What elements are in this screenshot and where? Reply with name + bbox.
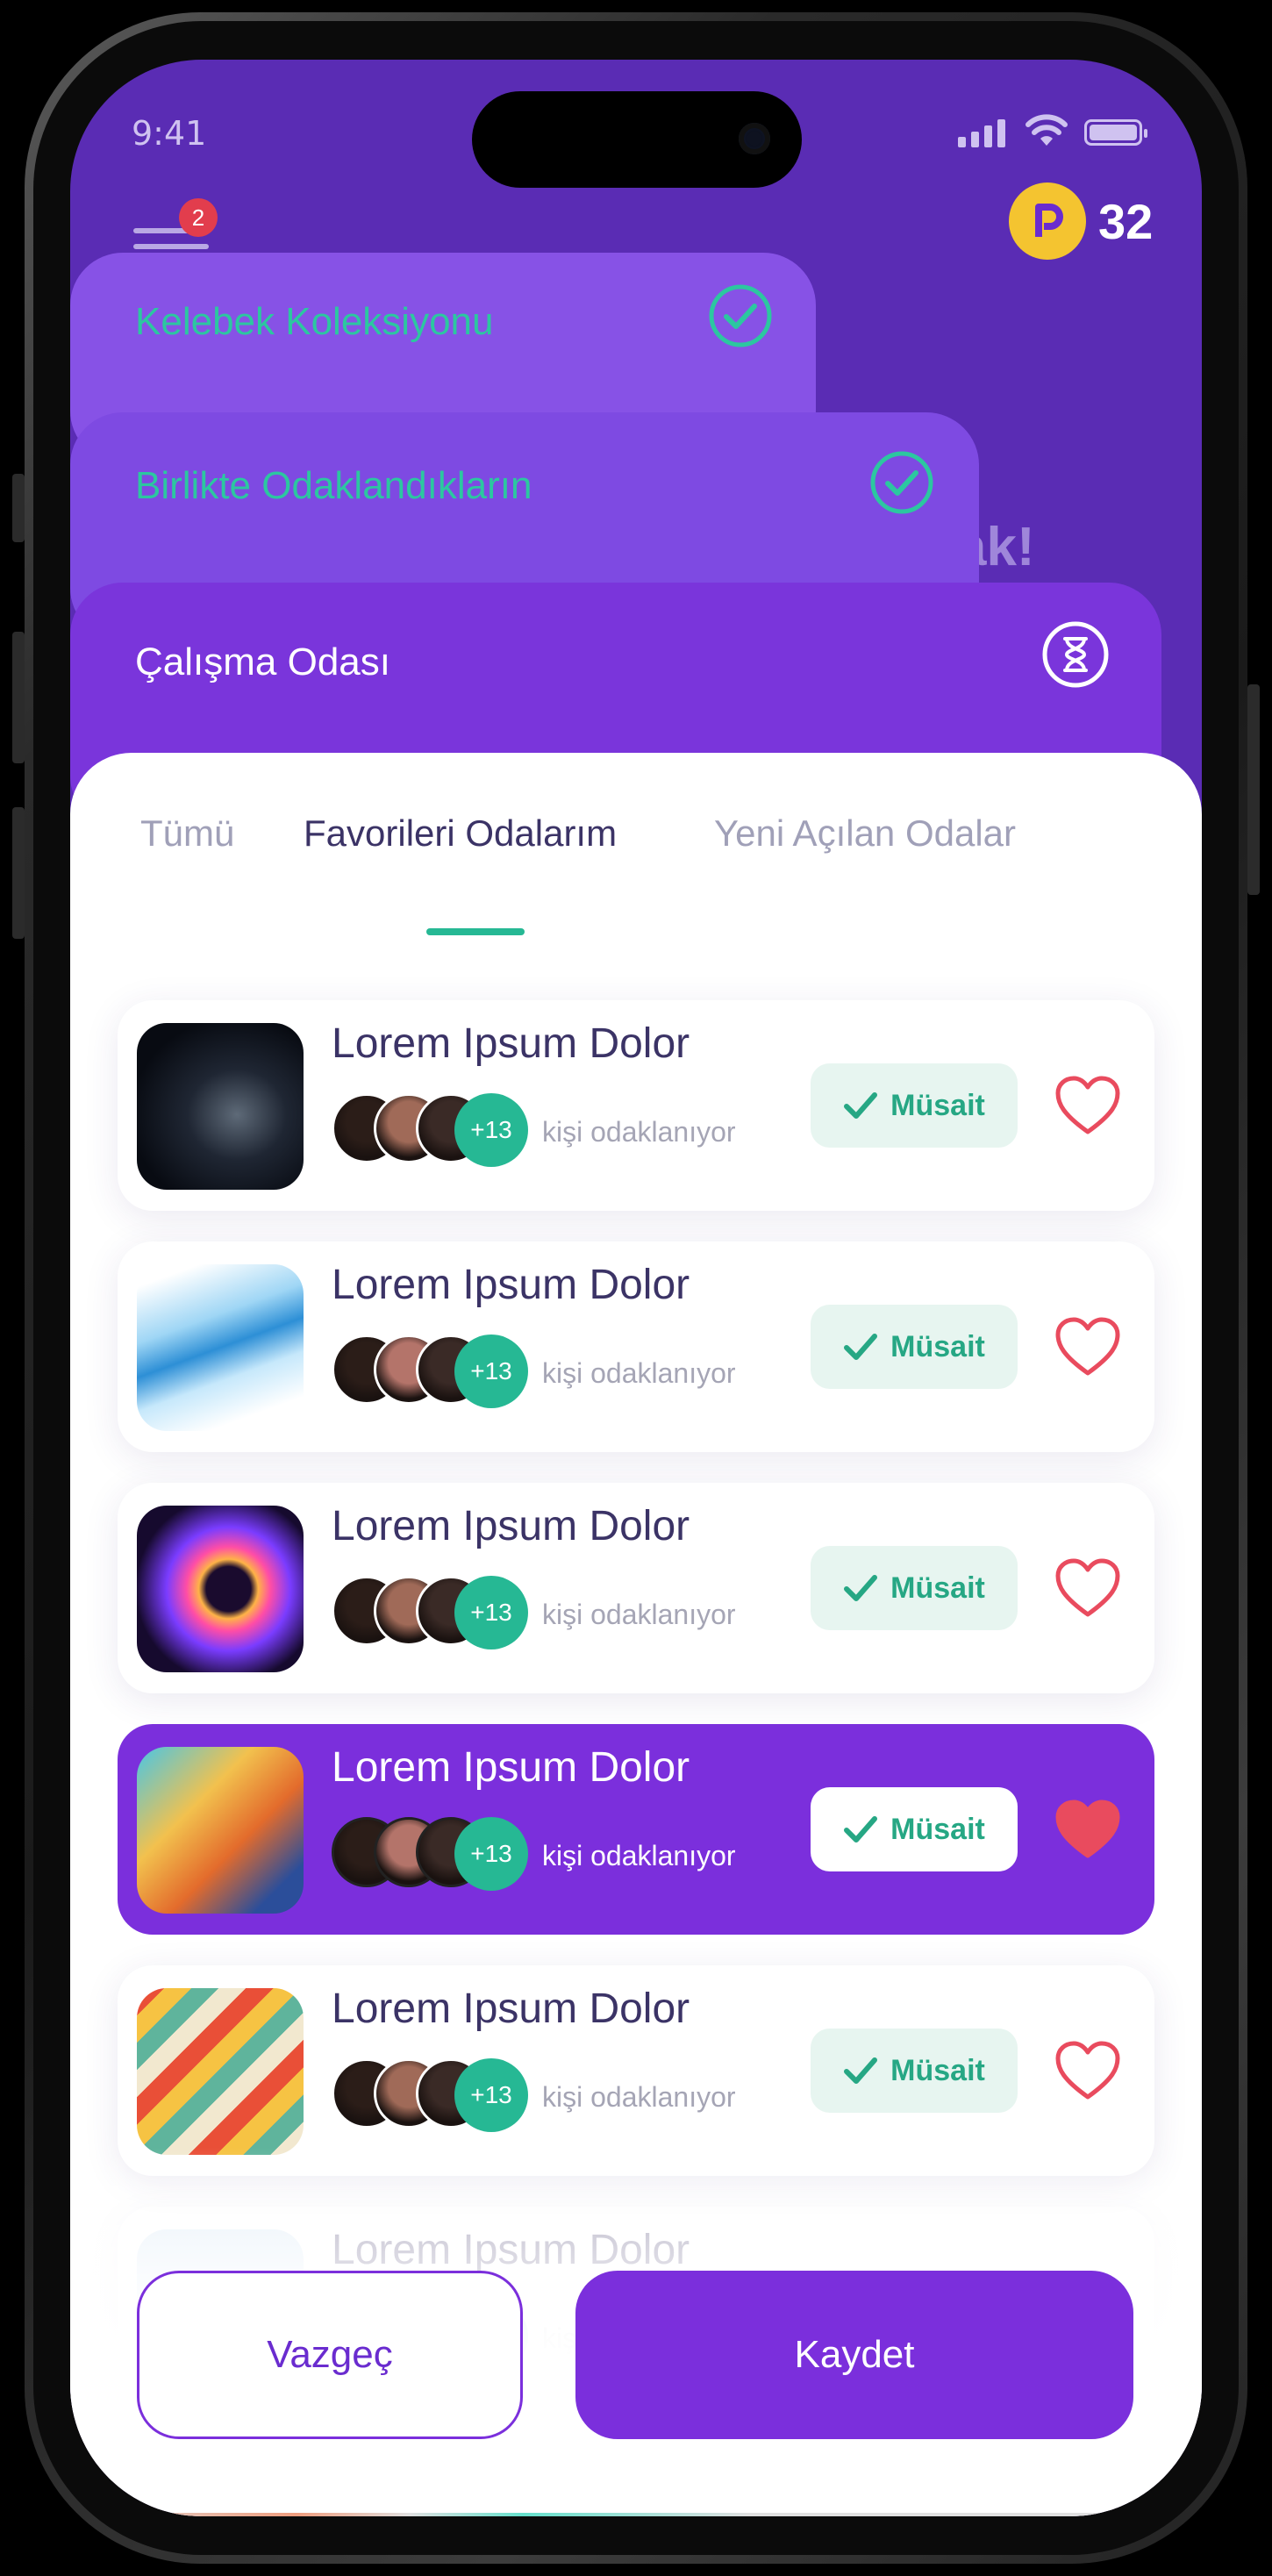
stack-card-label: Çalışma Odası <box>135 640 390 683</box>
tab-all[interactable]: Tümü <box>140 812 234 855</box>
coin-count: 32 <box>1098 193 1154 249</box>
room-subtitle: kişi odaklanıyor <box>542 1116 736 1148</box>
room-title: Lorem Ipsum Dolor <box>332 1744 690 1791</box>
participant-avatars: +13 <box>332 1335 542 1410</box>
room-subtitle: kişi odaklanıyor <box>542 1599 736 1630</box>
room-card[interactable]: Lorem Ipsum Dolor +13 kişi odaklanıyor Müsa… <box>118 1241 1154 1452</box>
room-title: Lorem Ipsum Dolor <box>332 1503 690 1549</box>
participant-avatars: +13 <box>332 2058 542 2134</box>
dynamic-island <box>472 91 802 188</box>
battery-icon <box>1084 119 1147 146</box>
participant-count: +13 <box>454 1817 528 1891</box>
room-thumbnail <box>137 1264 304 1431</box>
heart-icon[interactable] <box>1053 1315 1123 1378</box>
participant-count: +13 <box>454 1093 528 1167</box>
volume-down-button <box>12 807 25 939</box>
room-thumbnail <box>137 1747 304 1914</box>
stack-card-label: Birlikte Odaklandıkların <box>135 464 532 507</box>
app-screen: 9:41 2 32 ak! Kelebek Koleksiyonu Birlik… <box>70 60 1202 2516</box>
status-label: Müsait <box>890 2053 985 2087</box>
room-card[interactable]: Lorem Ipsum Dolor +13 kişi odaklanıyor Müsa… <box>118 1724 1154 1935</box>
menu-line-bottom <box>133 244 209 249</box>
check-icon <box>844 2057 878 2084</box>
mute-switch <box>12 474 25 542</box>
volume-up-button <box>12 632 25 763</box>
status-badge[interactable]: Müsait <box>811 1305 1018 1389</box>
power-button <box>1247 684 1260 895</box>
participant-avatars: +13 <box>332 1817 542 1893</box>
cancel-button[interactable]: Vazgeç <box>137 2271 523 2439</box>
check-icon <box>844 1334 878 1360</box>
bottom-peek <box>70 2513 1202 2516</box>
status-label: Müsait <box>890 1571 985 1605</box>
heart-icon[interactable] <box>1053 2039 1123 2102</box>
active-tab-indicator <box>426 928 525 935</box>
room-card[interactable]: Lorem Ipsum Dolor +13 kişi odaklanıyor Müsa… <box>118 1000 1154 1211</box>
room-tabs: Tümü Favorileri Odalarım Yeni Açılan Oda… <box>70 812 1202 909</box>
camera-icon <box>739 123 770 154</box>
participant-count: +13 <box>454 1576 528 1649</box>
status-label: Müsait <box>890 1329 985 1363</box>
room-thumbnail <box>137 1988 304 2155</box>
status-label: Müsait <box>890 1088 985 1122</box>
participant-count: +13 <box>454 1335 528 1408</box>
status-badge[interactable]: Müsait <box>811 1546 1018 1630</box>
room-card[interactable]: Lorem Ipsum Dolor +13 kişi odaklanıyor Müsa… <box>118 1965 1154 2176</box>
coin-icon <box>1009 182 1086 260</box>
notification-badge: 2 <box>179 198 218 237</box>
status-badge[interactable]: Müsait <box>811 1063 1018 1148</box>
stack-card-label: Kelebek Koleksiyonu <box>135 300 494 343</box>
check-icon <box>844 1092 878 1119</box>
status-label: Müsait <box>890 1812 985 1846</box>
room-title: Lorem Ipsum Dolor <box>332 1986 690 2032</box>
heart-icon[interactable] <box>1053 1556 1123 1620</box>
cellular-signal-icon <box>958 118 1005 147</box>
room-subtitle: kişi odaklanıyor <box>542 2081 736 2113</box>
status-time: 9:41 <box>132 114 207 153</box>
save-button[interactable]: Kaydet <box>575 2271 1133 2439</box>
check-icon <box>844 1575 878 1601</box>
tab-new-rooms[interactable]: Yeni Açılan Odalar <box>714 812 1016 855</box>
room-subtitle: kişi odaklanıyor <box>542 1840 736 1871</box>
room-card[interactable]: Lorem Ipsum Dolor +13 kişi odaklanıyor Müsa… <box>118 1483 1154 1693</box>
wifi-icon <box>1025 114 1068 146</box>
room-subtitle: kişi odaklanıyor <box>542 1357 736 1389</box>
check-circle-icon <box>870 451 933 514</box>
coin-balance[interactable]: 32 <box>1009 182 1153 260</box>
room-thumbnail <box>137 1023 304 1190</box>
check-circle-icon <box>709 284 772 347</box>
heart-icon[interactable] <box>1053 1074 1123 1137</box>
check-icon <box>844 1816 878 1843</box>
status-badge[interactable]: Müsait <box>811 2029 1018 2113</box>
room-title: Lorem Ipsum Dolor <box>332 1020 690 1067</box>
tab-favorites[interactable]: Favorileri Odalarım <box>304 812 617 855</box>
room-thumbnail <box>137 1506 304 1672</box>
hourglass-icon <box>1042 621 1109 688</box>
participant-count: +13 <box>454 2058 528 2132</box>
heart-filled-icon[interactable] <box>1053 1798 1123 1861</box>
participant-avatars: +13 <box>332 1576 542 1651</box>
room-title: Lorem Ipsum Dolor <box>332 1262 690 1308</box>
status-badge[interactable]: Müsait <box>811 1787 1018 1871</box>
participant-avatars: +13 <box>332 1093 542 1169</box>
